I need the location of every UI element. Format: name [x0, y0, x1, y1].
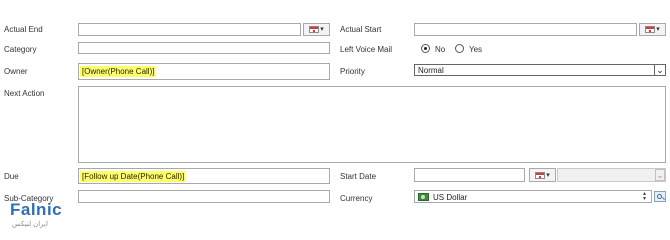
chevron-down-icon: ▾	[546, 171, 550, 179]
next-action-label: Next Action	[4, 89, 45, 98]
lookup-icon[interactable]	[654, 191, 666, 202]
actual-end-label: Actual End	[4, 25, 43, 34]
currency-icon	[418, 193, 429, 201]
calendar-icon	[309, 26, 320, 33]
start-time-dropdown-arrow[interactable]: ⌄	[655, 169, 665, 181]
actual-start-input[interactable]	[414, 23, 637, 36]
category-input[interactable]	[78, 42, 330, 54]
calendar-icon	[645, 26, 656, 33]
currency-lookup-input[interactable]: US Dollar ▴ ▾	[414, 190, 652, 203]
owner-value: [Owner(Phone Call)]	[80, 66, 157, 77]
owner-label: Owner	[4, 67, 28, 76]
owner-input[interactable]: [Owner(Phone Call)]	[78, 63, 330, 80]
start-time-select[interactable]	[557, 168, 666, 182]
left-voice-mail-yes-label: Yes	[469, 45, 483, 54]
actual-start-label: Actual Start	[340, 25, 382, 34]
left-voice-mail-label: Left Voice Mail	[340, 45, 393, 54]
priority-select[interactable]: Normal	[414, 64, 666, 76]
left-voice-mail-yes-radio[interactable]	[455, 44, 464, 53]
logo-brand: Falnic	[10, 200, 63, 219]
priority-dropdown-arrow[interactable]: ⌄	[654, 64, 666, 76]
sub-category-input[interactable]	[78, 190, 330, 203]
currency-label: Currency	[340, 194, 373, 203]
left-voice-mail-no-label: No	[435, 45, 446, 54]
actual-end-calendar-button[interactable]: ▾	[303, 23, 330, 36]
calendar-icon	[535, 171, 546, 179]
chevron-down-icon: ▾	[320, 26, 324, 33]
priority-label: Priority	[340, 67, 365, 76]
priority-selected-value: Normal	[418, 66, 444, 75]
chevron-down-icon: ⌄	[656, 64, 664, 75]
next-action-textarea[interactable]	[78, 86, 666, 163]
start-date-calendar-button[interactable]: ▾	[529, 168, 556, 182]
chevron-down-icon: ▾	[656, 26, 660, 33]
due-input[interactable]: [Follow up Date(Phone Call)]	[78, 168, 330, 184]
currency-value: US Dollar	[433, 193, 468, 202]
actual-end-input[interactable]	[78, 23, 301, 36]
chevron-down-icon: ⌄	[656, 169, 664, 180]
actual-start-calendar-button[interactable]: ▾	[639, 23, 666, 36]
left-voice-mail-no-radio[interactable]	[421, 44, 430, 53]
start-date-input[interactable]	[414, 168, 525, 182]
scroll-arrows-icon[interactable]: ▴ ▾	[643, 191, 646, 202]
category-label: Category	[4, 45, 37, 54]
start-date-label: Start Date	[340, 172, 377, 181]
due-label: Due	[4, 172, 19, 181]
due-value: [Follow up Date(Phone Call)]	[80, 171, 187, 182]
logo-subtitle: ایران لنیکس	[12, 221, 48, 228]
